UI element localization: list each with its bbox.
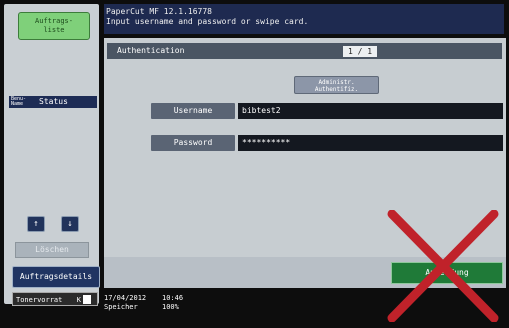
status-header: Status	[39, 97, 68, 106]
job-list-button[interactable]: Auftrags- liste	[18, 12, 90, 40]
memory-value: 100%	[162, 303, 179, 311]
dialog-title-bar: Authentication 1 / 1	[107, 43, 502, 59]
scroll-down-button[interactable]: ↓	[61, 216, 79, 232]
admin-auth-button[interactable]: Administr. Authentifiz.	[294, 76, 379, 94]
admin-auth-label: Administr. Authentifiz.	[314, 79, 359, 93]
time-text: 10:46	[162, 294, 184, 302]
status-bar: 17/04/2012 Speicher 10:46 100%	[104, 292, 504, 322]
login-button[interactable]: Anmeldung	[391, 262, 503, 284]
memory-label: Speicher	[104, 303, 138, 311]
time-block: 10:46 100%	[162, 294, 183, 312]
page-indicator: 1 / 1	[343, 46, 377, 57]
username-field[interactable]: bibtest2	[238, 103, 503, 119]
job-list-label: Auftrags- liste	[35, 17, 73, 34]
instruction-text: Input username and password or swipe car…	[106, 17, 309, 26]
up-arrow-icon: ↑	[33, 219, 39, 229]
user-name-header: Benu- Name	[11, 96, 27, 107]
auth-dialog: Authentication 1 / 1 Administr. Authenti…	[104, 38, 506, 288]
toner-level-icon	[83, 295, 91, 304]
dialog-title: Authentication	[117, 46, 185, 55]
scroll-up-button[interactable]: ↑	[27, 216, 45, 232]
password-label-button[interactable]: Password	[151, 135, 235, 151]
job-table-header: Benu- Name Status	[9, 96, 97, 108]
username-label-button[interactable]: Username	[151, 103, 235, 119]
date-text: 17/04/2012	[104, 294, 147, 302]
left-panel: Auftrags- liste Benu- Name Status ↑ ↓ Lö…	[4, 4, 100, 306]
toner-marker: K	[76, 296, 81, 304]
copier-screen: Auftrags- liste Benu- Name Status ↑ ↓ Lö…	[0, 0, 509, 328]
delete-button[interactable]: Löschen	[15, 242, 89, 258]
app-version: PaperCut MF 12.1.16778	[106, 7, 212, 16]
toner-status: Tonervorrat K	[12, 292, 98, 306]
dialog-footer: Anmeldung	[104, 257, 506, 288]
date-block: 17/04/2012 Speicher	[104, 294, 146, 312]
password-field[interactable]: **********	[238, 135, 503, 151]
toner-label: Tonervorrat	[16, 296, 63, 304]
job-details-button[interactable]: Auftragsdetails	[12, 266, 100, 288]
down-arrow-icon: ↓	[67, 219, 73, 229]
message-header: PaperCut MF 12.1.16778 Input username an…	[104, 4, 504, 34]
